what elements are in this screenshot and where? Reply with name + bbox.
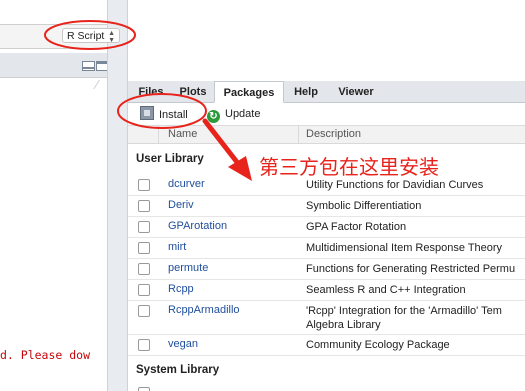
package-checkbox[interactable]	[138, 339, 150, 351]
packages-pane: Files Plots Packages Help Viewer Install…	[128, 0, 525, 391]
package-description: Functions for Generating Restricted Perm…	[306, 263, 516, 275]
package-link[interactable]: dcurver	[168, 178, 205, 190]
tab-viewer[interactable]: Viewer	[330, 81, 382, 103]
package-link[interactable]: Rcpp	[168, 283, 194, 295]
package-description: Utility Functions for Davidian Curves	[306, 179, 484, 191]
system-library-heading: System Library	[136, 364, 220, 376]
maximize-pane-icon[interactable]	[96, 61, 107, 71]
packages-column-header: Name Description	[128, 126, 525, 144]
tab-files[interactable]: Files	[134, 81, 168, 103]
tab-packages[interactable]: Packages	[214, 81, 284, 103]
package-checkbox[interactable]	[138, 179, 150, 191]
package-description: GPA Factor Rotation	[306, 221, 407, 233]
package-description-line: 'Rcpp' Integration for the 'Armadillo' T…	[306, 305, 502, 317]
package-description: 'Rcpp' Integration for the 'Armadillo' T…	[306, 304, 502, 332]
tab-plots[interactable]: Plots	[172, 81, 214, 103]
console-header	[0, 53, 107, 78]
update-label: Update	[225, 108, 261, 120]
package-checkbox[interactable]	[138, 387, 150, 391]
package-link[interactable]: permute	[168, 262, 208, 274]
environment-pane-area	[128, 0, 525, 74]
user-library-heading: User Library	[136, 153, 204, 165]
column-description-header[interactable]: Description	[306, 126, 361, 143]
column-name-header[interactable]: Name	[168, 126, 197, 143]
package-checkbox[interactable]	[138, 263, 150, 275]
pane-tabbar: Files Plots Packages Help Viewer	[128, 81, 525, 103]
table-row: dcurver Utility Functions for Davidian C…	[128, 175, 525, 196]
package-checkbox[interactable]	[138, 221, 150, 233]
script-type-label: R Script	[67, 30, 105, 42]
table-row: Deriv Symbolic Differentiation	[128, 196, 525, 217]
package-description: Multidimensional Item Response Theory	[306, 242, 503, 254]
table-row: GPArotation GPA Factor Rotation	[128, 217, 525, 238]
minimize-pane-icon[interactable]	[82, 61, 95, 71]
script-type-dropdown[interactable]: R Script ▲ ▼	[62, 28, 120, 44]
package-checkbox[interactable]	[138, 200, 150, 212]
update-button[interactable]: ↻ Update	[207, 106, 260, 123]
install-button[interactable]: Install	[140, 106, 188, 123]
package-checkbox[interactable]	[138, 305, 150, 317]
table-row: vegan Community Ecology Package	[128, 335, 525, 356]
package-link[interactable]: RcppArmadillo	[168, 304, 240, 316]
clear-console-broom-icon[interactable]: ⁄	[96, 78, 107, 92]
table-row	[128, 383, 525, 391]
package-description: Community Ecology Package	[306, 339, 450, 351]
updown-arrow-icon: ▲ ▼	[108, 30, 115, 44]
console-error-message: d. Please dow	[0, 348, 91, 362]
package-link[interactable]: mirt	[168, 241, 186, 253]
package-checkbox[interactable]	[138, 242, 150, 254]
table-row: permute Functions for Generating Restric…	[128, 259, 525, 280]
package-checkbox[interactable]	[138, 284, 150, 296]
install-icon	[140, 106, 154, 120]
update-icon: ↻	[207, 110, 220, 123]
column-divider	[158, 126, 159, 143]
package-description: Symbolic Differentiation	[306, 200, 422, 212]
column-divider	[298, 126, 299, 143]
package-link[interactable]: vegan	[168, 338, 198, 350]
packages-toolbar: Install ↻ Update	[128, 103, 525, 126]
editor-console-pane: ⁄ d. Please dow	[0, 0, 107, 391]
package-description: Seamless R and C++ Integration	[306, 284, 466, 296]
pane-splitter[interactable]	[107, 0, 128, 391]
table-row: RcppArmadillo 'Rcpp' Integration for the…	[128, 301, 525, 335]
tab-help[interactable]: Help	[286, 81, 326, 103]
install-label: Install	[159, 109, 188, 121]
table-row: mirt Multidimensional Item Response Theo…	[128, 238, 525, 259]
package-link[interactable]: Deriv	[168, 199, 194, 211]
package-link[interactable]: GPArotation	[168, 220, 227, 232]
table-row: Rcpp Seamless R and C++ Integration	[128, 280, 525, 301]
package-description-line: Algebra Library	[306, 319, 381, 331]
